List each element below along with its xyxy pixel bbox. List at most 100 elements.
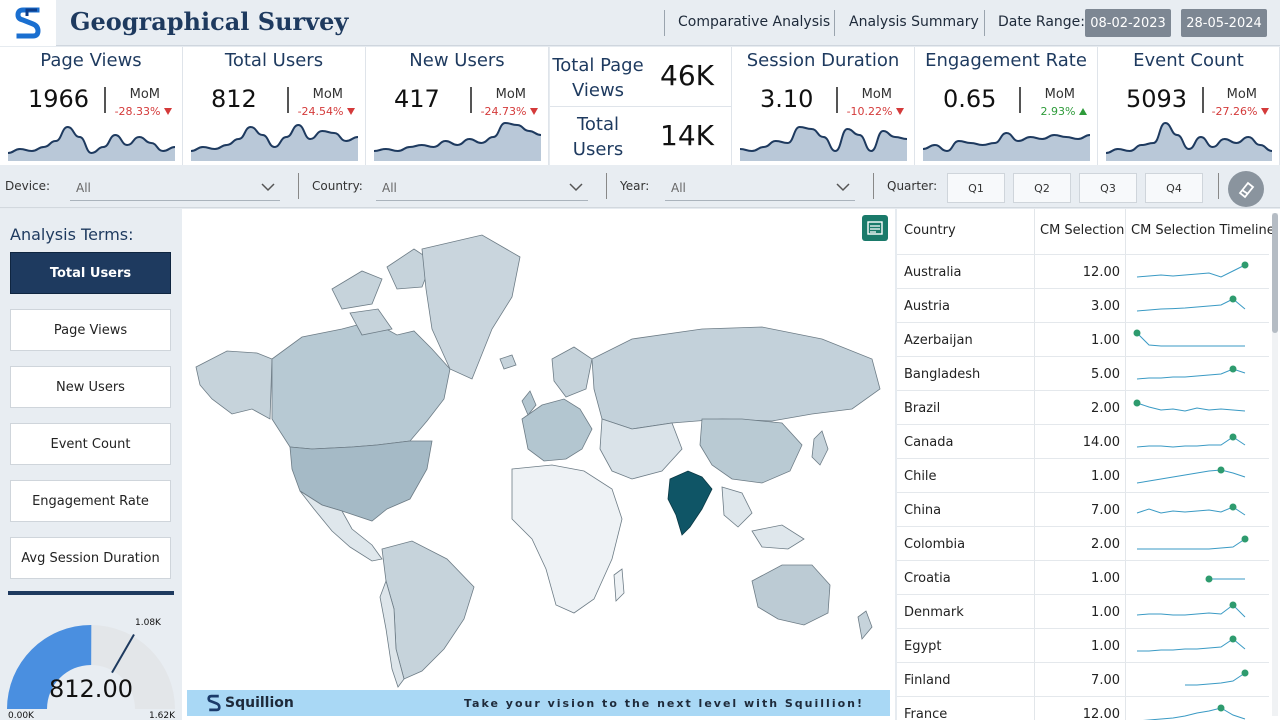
triangle-down-icon [530,108,538,115]
table-cell-country: Azerbaijan [904,333,973,348]
table-row[interactable]: Finland 7.00 [897,662,1269,696]
table-row[interactable]: Colombia 2.00 [897,526,1269,560]
timeline-peak-marker [1241,669,1249,677]
kpi-divider [104,87,106,113]
map-table-toggle-button[interactable] [862,215,888,241]
table-row[interactable]: Croatia 1.00 [897,560,1269,594]
country-dropdown[interactable]: All [376,175,588,201]
table-header-cm-selection[interactable]: CM Selection [1040,223,1124,238]
kpi-card: Event Count 5093 MoM -27.26% [1098,47,1280,165]
table-cell-timeline [1136,261,1249,278]
table-scrollbar-thumb[interactable] [1272,213,1278,333]
table-cell-country: Finland [904,673,951,688]
nav-analysis-summary[interactable]: Analysis Summary [849,14,979,30]
chevron-down-icon [261,183,275,192]
table-cell-timeline [1133,329,1245,347]
table-row[interactable]: Azerbaijan 1.00 [897,322,1269,356]
table-row[interactable]: Canada 14.00 [897,424,1269,458]
map-region-africa[interactable] [511,464,623,614]
map-region-canada[interactable] [271,320,451,450]
table-row[interactable]: Australia 12.00 [897,254,1269,288]
table-row[interactable]: Brazil 2.00 [897,390,1269,424]
eraser-icon [1238,181,1255,199]
analysis-panel: Analysis Terms: Total Users Page Views New… [0,209,182,720]
kpi-title: Engagement Rate [925,50,1087,71]
timeline-line [1136,436,1246,448]
analysis-term-total-users-button[interactable]: Total Users [10,252,171,294]
kpi-sparkline [1106,121,1272,161]
map-region-southeast-asia[interactable] [721,486,753,528]
triangle-down-icon [347,108,355,115]
table-header-country[interactable]: Country [904,223,956,238]
analysis-term-page-views-button[interactable]: Page Views [10,309,171,351]
table-cell-country: Austria [904,299,950,314]
table-cell-country: Egypt [904,639,942,654]
map-region-japan[interactable] [811,430,829,466]
map-region-arctic-island[interactable] [331,270,383,310]
quarter-q1-button[interactable]: Q1 [947,173,1005,203]
table-row[interactable]: China 7.00 [897,492,1269,526]
timeline-line [1136,604,1246,618]
table-cell-timeline [1137,535,1249,550]
table-cell-country: Canada [904,435,954,450]
kpi-sparkline [923,131,1090,161]
country-value: All [382,181,397,195]
filter-bar: Device: All Country: All Year: All Quart… [0,165,1280,208]
dashboard: Geographical Survey Comparative Analysis… [0,0,1280,720]
table-cell-country: Croatia [904,571,951,586]
map-region-russia[interactable] [591,326,881,430]
nav-divider [984,10,985,36]
map-region-indonesia[interactable] [751,524,805,550]
map-region-india[interactable] [667,470,713,536]
timeline-line [1136,264,1246,278]
quarter-q4-button[interactable]: Q4 [1145,173,1203,203]
table-row[interactable]: Chile 1.00 [897,458,1269,492]
device-dropdown[interactable]: All [70,175,280,201]
timeline-line [1137,638,1246,652]
table-row[interactable]: France 12.00 [897,696,1269,720]
table-cell-cm-selection: 14.00 [1082,435,1120,450]
table-cell-cm-selection: 1.00 [1091,571,1120,586]
map-region-china[interactable] [699,418,803,484]
table-header-timeline[interactable]: CM Selection Timeline [1131,223,1275,238]
timeline-peak-marker [1229,365,1237,373]
kpi-card: Page Views 1966 MoM -28.33% [0,47,183,165]
chevron-down-icon [836,183,850,192]
filter-divider [298,173,299,199]
nav-comparative-analysis[interactable]: Comparative Analysis [678,14,830,30]
kpi-card: Session Duration 3.10 MoM -10.22% [732,47,915,165]
table-row[interactable]: Egypt 1.00 [897,628,1269,662]
filter-divider [873,173,874,199]
map-region-australia[interactable] [751,564,831,626]
timeline-peak-marker [1217,704,1225,712]
table-row[interactable]: Austria 3.00 [897,288,1269,322]
total-users-gauge: 812.00 0.00K 1.62K 1.08K [7,618,176,720]
kpi-divider [1019,87,1021,113]
kpi-mom-label: MoM [861,87,892,102]
map-region-middle-east[interactable] [599,418,683,480]
analysis-term-new-users-button[interactable]: New Users [10,366,171,408]
sparkline-area [191,125,358,161]
map-region-alaska[interactable] [195,350,273,420]
timeline-line [1142,707,1246,720]
year-dropdown[interactable]: All [665,175,855,201]
map-region-madagascar[interactable] [613,568,625,602]
map-region-scandinavia[interactable] [551,346,593,398]
table-row[interactable]: Bangladesh 5.00 [897,356,1269,390]
date-end-field[interactable]: 28-05-2024 [1181,9,1267,37]
map-region-iceland[interactable] [499,354,517,370]
kpi-value: 1966 [28,85,90,113]
table-row[interactable]: Denmark 1.00 [897,594,1269,628]
analysis-term-avg-session-duration-button[interactable]: Avg Session Duration [10,537,171,579]
date-start-field[interactable]: 08-02-2023 [1085,9,1171,37]
map-region-new-zealand[interactable] [857,610,873,640]
kpi-value: 417 [394,85,440,113]
analysis-term-event-count-button[interactable]: Event Count [10,423,171,465]
clear-filters-button[interactable] [1228,171,1264,207]
quarter-q3-button[interactable]: Q3 [1079,173,1137,203]
analysis-term-engagement-rate-button[interactable]: Engagement Rate [10,480,171,522]
timeline-peak-marker [1229,295,1237,303]
kpi-mom-label: MoM [495,87,526,102]
map-region-usa[interactable] [289,440,433,522]
quarter-q2-button[interactable]: Q2 [1013,173,1071,203]
